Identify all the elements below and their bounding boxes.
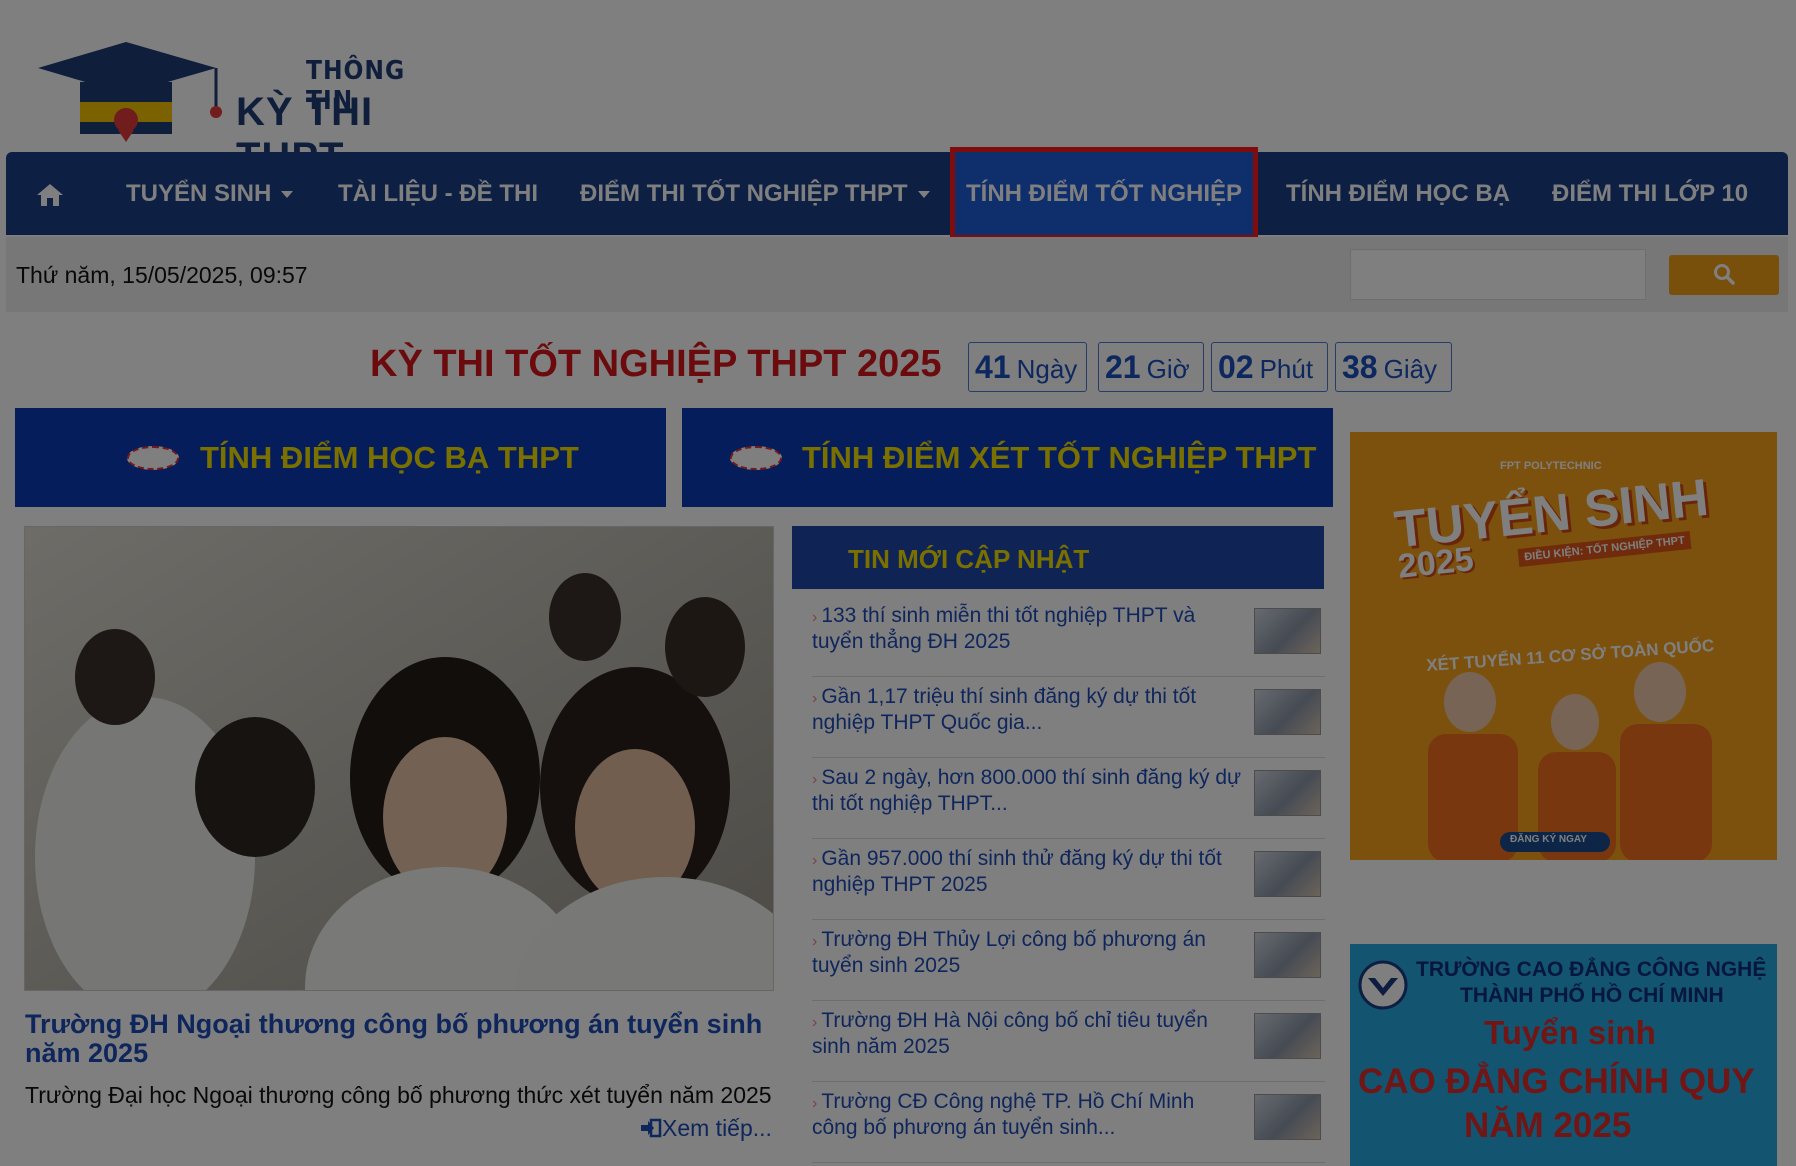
ad-college-line4: CAO ĐẲNG CHÍNH QUY bbox=[1358, 1062, 1755, 1101]
ad-college-line3: Tuyển sinh bbox=[1484, 1014, 1656, 1051]
hot-badge-icon bbox=[730, 446, 782, 470]
ad-college-line1: TRƯỜNG CAO ĐẲNG CÔNG NGHỆ bbox=[1416, 958, 1767, 981]
current-date: Thứ năm, 15/05/2025, 09:57 bbox=[16, 262, 308, 288]
countdown-minutes-value: 02 bbox=[1218, 349, 1254, 385]
news-thumbnail bbox=[1254, 1094, 1321, 1140]
news-header: TIN MỚI CẬP NHẬT bbox=[792, 526, 1324, 589]
news-thumbnail bbox=[1254, 770, 1321, 816]
nav-diem-thi-tot-nghiep[interactable]: ĐIỂM THI TỐT NGHIỆP THPT bbox=[580, 152, 930, 235]
nav-label: TÍNH ĐIỂM HỌC BẠ bbox=[1286, 180, 1510, 207]
countdown-minutes-unit: Phút bbox=[1259, 354, 1314, 384]
news-item-title: Trường CĐ Công nghệ TP. Hồ Chí Minh công… bbox=[812, 1090, 1244, 1140]
nav-label: TÀI LIỆU - ĐỀ THI bbox=[338, 180, 538, 207]
home-icon bbox=[37, 183, 63, 206]
banner-label: TÍNH ĐIỂM XÉT TỐT NGHIỆP THPT bbox=[802, 440, 1317, 475]
news-item[interactable]: Sau 2 ngày, hơn 800.000 thí sinh đăng ký… bbox=[812, 758, 1325, 839]
ad-year: 2025 bbox=[1396, 540, 1476, 586]
countdown-seconds: 38 Giây bbox=[1335, 342, 1452, 392]
chevron-down-icon bbox=[917, 191, 930, 199]
featured-image[interactable] bbox=[24, 526, 774, 991]
ad-people-illustration bbox=[1428, 662, 1712, 860]
read-more-label: Xem tiếp... bbox=[662, 1115, 772, 1141]
read-more-link[interactable]: Xem tiếp... bbox=[640, 1115, 772, 1142]
search-icon bbox=[1714, 263, 1735, 285]
banner-label: TÍNH ĐIỂM HỌC BẠ THPT bbox=[200, 440, 579, 475]
nav-label: ĐIỂM THI TỐT NGHIỆP THPT bbox=[580, 180, 908, 207]
news-item[interactable]: Gần 957.000 thí sinh thử đăng ký dự thi … bbox=[812, 839, 1325, 920]
news-item-title: 133 thí sinh miễn thi tốt nghiệp THPT và… bbox=[812, 604, 1244, 654]
ad-brand: FPT POLYTECHNIC bbox=[1500, 460, 1602, 472]
graduation-cap-icon bbox=[38, 42, 222, 142]
college-logo-icon bbox=[1358, 960, 1408, 1010]
ad-hcm-college[interactable]: TRƯỜNG CAO ĐẲNG CÔNG NGHỆ THÀNH PHỐ HỒ C… bbox=[1350, 944, 1777, 1166]
countdown-hours: 21 Giờ bbox=[1098, 342, 1204, 392]
news-item[interactable]: Trường CĐ Công nghệ TP. Hồ Chí Minh công… bbox=[812, 1082, 1325, 1163]
countdown-title: KỲ THI TỐT NGHIỆP THPT 2025 bbox=[370, 343, 942, 385]
news-thumbnail bbox=[1254, 851, 1321, 897]
news-item[interactable]: Trường ĐH Hà Nội công bố chỉ tiêu tuyển … bbox=[812, 1001, 1325, 1082]
news-item-title: Gần 957.000 thí sinh thử đăng ký dự thi … bbox=[812, 847, 1244, 897]
countdown-minutes: 02 Phút bbox=[1211, 342, 1328, 392]
nav-tai-lieu-de-thi[interactable]: TÀI LIỆU - ĐỀ THI bbox=[338, 152, 538, 235]
nav-diem-thi-lop-10[interactable]: ĐIỂM THI LỚP 10 bbox=[1552, 152, 1748, 235]
nav-label: ĐIỂM THI LỚP 10 bbox=[1552, 180, 1749, 207]
nav-home[interactable] bbox=[36, 152, 80, 235]
news-item-title: Trường ĐH Hà Nội công bố chỉ tiêu tuyển … bbox=[812, 1009, 1244, 1059]
news-item[interactable]: Gần 1,17 triệu thí sinh đăng ký dự thi t… bbox=[812, 677, 1325, 758]
ad-college-line2: THÀNH PHỐ HỒ CHÍ MINH bbox=[1460, 984, 1724, 1007]
students-photo bbox=[25, 527, 773, 990]
countdown-hours-unit: Giờ bbox=[1146, 354, 1190, 384]
main-nav: TUYỂN SINH TÀI LIỆU - ĐỀ THI ĐIỂM THI TỐ… bbox=[6, 147, 1788, 240]
search-button[interactable] bbox=[1669, 255, 1779, 295]
countdown-hours-value: 21 bbox=[1105, 349, 1141, 385]
news-heading: TIN MỚI CẬP NHẬT bbox=[848, 544, 1090, 574]
featured-description: Trường Đại học Ngoại thương công bố phươ… bbox=[25, 1082, 772, 1108]
nav-label: TUYỂN SINH bbox=[126, 180, 272, 207]
news-item-title: Sau 2 ngày, hơn 800.000 thí sinh đăng ký… bbox=[812, 766, 1244, 816]
news-item-title: Gần 1,17 triệu thí sinh đăng ký dự thi t… bbox=[812, 685, 1244, 735]
countdown-days: 41 Ngày bbox=[968, 342, 1087, 392]
chevron-down-icon bbox=[281, 191, 294, 199]
news-thumbnail bbox=[1254, 608, 1321, 654]
hot-badge-icon bbox=[127, 446, 179, 470]
news-item[interactable]: 133 thí sinh miễn thi tốt nghiệp THPT và… bbox=[812, 596, 1325, 677]
nav-tinh-diem-tot-nghiep[interactable]: TÍNH ĐIỂM TỐT NGHIỆP bbox=[950, 147, 1258, 240]
news-item[interactable]: Trường ĐH Thủy Lợi công bố phương án tuy… bbox=[812, 920, 1325, 1001]
countdown-seconds-value: 38 bbox=[1342, 349, 1378, 385]
news-thumbnail bbox=[1254, 1013, 1321, 1059]
featured-title[interactable]: Trường ĐH Ngoại thương công bố phương án… bbox=[25, 1010, 785, 1068]
sign-in-arrow-icon bbox=[641, 1118, 662, 1138]
search-input[interactable] bbox=[1350, 249, 1646, 300]
nav-tuyen-sinh[interactable]: TUYỂN SINH bbox=[126, 152, 294, 235]
page: THÔNG TIN KỲ THI THPT TUYỂN SINH TÀI LIỆ… bbox=[0, 0, 1796, 1166]
ad-fpt-polytechnic[interactable]: FPT POLYTECHNIC TUYỂN SINH 2025 ĐIỀU KIỆ… bbox=[1350, 432, 1777, 860]
news-thumbnail bbox=[1254, 932, 1321, 978]
site-logo[interactable]: THÔNG TIN KỲ THI THPT bbox=[36, 38, 456, 179]
ad-college-line5: NĂM 2025 bbox=[1464, 1106, 1632, 1145]
countdown-days-value: 41 bbox=[975, 349, 1011, 385]
countdown-seconds-unit: Giây bbox=[1383, 354, 1438, 384]
banner-tinh-diem-xet-tot-nghiep[interactable]: TÍNH ĐIỂM XÉT TỐT NGHIỆP THPT bbox=[682, 408, 1333, 507]
date-search-bar: Thứ năm, 15/05/2025, 09:57 bbox=[6, 237, 1788, 312]
news-thumbnail bbox=[1254, 689, 1321, 735]
nav-label: TÍNH ĐIỂM TỐT NGHIỆP bbox=[966, 180, 1242, 207]
ad-cta: ĐĂNG KÝ NGAY bbox=[1510, 834, 1587, 845]
countdown-days-unit: Ngày bbox=[1016, 354, 1078, 384]
nav-tinh-diem-hoc-ba[interactable]: TÍNH ĐIỂM HỌC BẠ bbox=[1286, 152, 1510, 235]
news-item-title: Trường ĐH Thủy Lợi công bố phương án tuy… bbox=[812, 928, 1244, 978]
banner-tinh-diem-hoc-ba[interactable]: TÍNH ĐIỂM HỌC BẠ THPT bbox=[15, 408, 666, 507]
